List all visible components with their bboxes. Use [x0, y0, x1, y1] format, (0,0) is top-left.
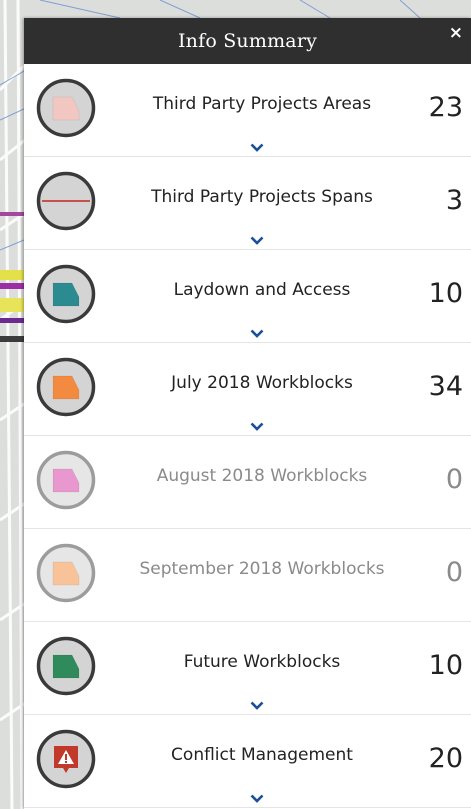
layer-row[interactable]: Laydown and Access 10 — [24, 250, 471, 343]
layer-row[interactable]: Future Workblocks 10 — [24, 622, 471, 715]
layer-row[interactable]: July 2018 Workblocks 34 — [24, 343, 471, 436]
info-summary-panel: Info Summary × Third Party Projects Area… — [24, 18, 471, 809]
layer-label: August 2018 Workblocks — [156, 465, 368, 486]
warning-icon — [36, 729, 96, 789]
panel-title: Info Summary — [177, 30, 318, 52]
layer-count: 10 — [428, 277, 463, 309]
layer-row[interactable]: Conflict Management 20 — [24, 715, 471, 808]
layer-count: 3 — [445, 184, 463, 216]
layer-count: 34 — [428, 370, 463, 402]
expand-chevron-button[interactable] — [221, 790, 293, 808]
layer-label: Laydown and Access — [173, 279, 351, 300]
chevron-down-icon — [229, 418, 285, 436]
polygon-magenta-icon — [36, 450, 96, 510]
polygon-pink-icon — [36, 78, 96, 138]
polygon-orange-icon — [36, 357, 96, 417]
layer-list: Third Party Projects Areas 23 Third Party … — [24, 64, 471, 808]
close-button[interactable]: × — [449, 25, 463, 42]
panel-header: Info Summary × — [24, 18, 471, 64]
polygon-green-icon — [36, 636, 96, 696]
chevron-down-icon — [229, 232, 285, 250]
layer-count: 0 — [445, 463, 463, 495]
chevron-down-icon — [229, 139, 285, 157]
layer-label: Third Party Projects Areas — [152, 93, 372, 114]
line-red-icon — [36, 171, 96, 231]
layer-count: 23 — [428, 91, 463, 123]
chevron-down-icon — [229, 325, 285, 343]
expand-chevron-button[interactable] — [221, 418, 293, 436]
expand-chevron-button[interactable] — [221, 139, 293, 157]
layer-row[interactable]: September 2018 Workblocks 0 — [24, 529, 471, 622]
expand-chevron-button[interactable] — [221, 697, 293, 715]
layer-row[interactable]: Third Party Projects Spans 3 — [24, 157, 471, 250]
expand-chevron-button[interactable] — [221, 325, 293, 343]
layer-label: Future Workblocks — [183, 651, 341, 672]
chevron-down-icon — [229, 697, 285, 715]
layer-label: Third Party Projects Spans — [151, 186, 373, 207]
layer-count: 10 — [428, 649, 463, 681]
polygon-peach-icon — [36, 543, 96, 603]
layer-count: 0 — [445, 556, 463, 588]
layer-label: July 2018 Workblocks — [171, 372, 353, 393]
layer-count: 20 — [428, 742, 463, 774]
layer-row[interactable]: August 2018 Workblocks 0 — [24, 436, 471, 529]
expand-chevron-button[interactable] — [221, 232, 293, 250]
layer-row[interactable]: Third Party Projects Areas 23 — [24, 64, 471, 157]
polygon-teal-icon — [36, 264, 96, 324]
layer-label: September 2018 Workblocks — [139, 558, 385, 579]
chevron-down-icon — [229, 790, 285, 808]
layer-label: Conflict Management — [171, 744, 353, 765]
